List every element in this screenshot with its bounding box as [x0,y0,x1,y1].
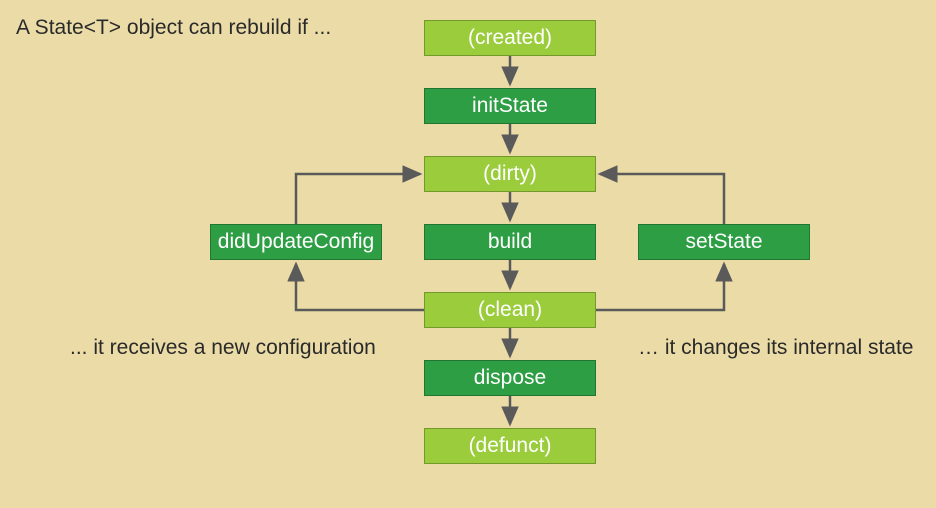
node-clean: (clean) [424,292,596,328]
caption-left: ... it receives a new configuration [70,336,376,360]
arrow-clean-didupdateconfig [296,264,424,310]
node-initstate: initState [424,88,596,124]
node-build: build [424,224,596,260]
node-defunct: (defunct) [424,428,596,464]
arrow-clean-setstate [596,264,724,310]
caption-right: … it changes its internal state [638,336,913,360]
node-dirty: (dirty) [424,156,596,192]
node-setstate: setState [638,224,810,260]
diagram-title: A State<T> object can rebuild if ... [16,16,331,40]
node-didupdateconfig: didUpdateConfig [210,224,382,260]
arrow-didupdateconfig-dirty [296,174,420,224]
node-dispose: dispose [424,360,596,396]
arrow-setstate-dirty [600,174,724,224]
node-created: (created) [424,20,596,56]
